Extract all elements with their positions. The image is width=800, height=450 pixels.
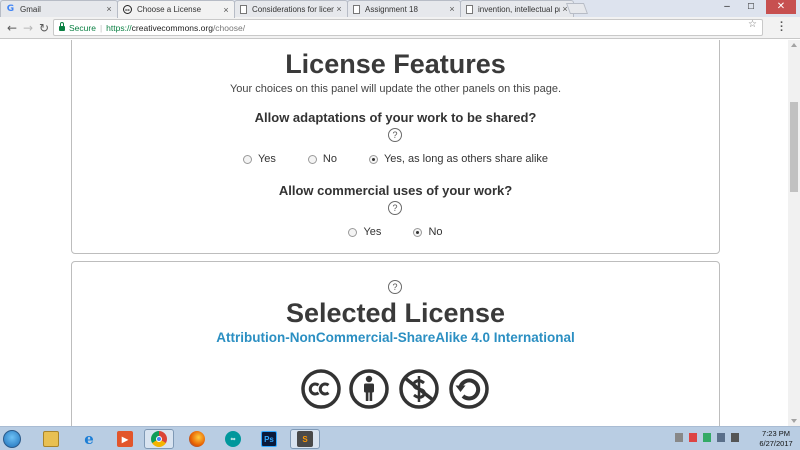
commercial-option-no[interactable]: No xyxy=(413,226,443,238)
page-scrollbar[interactable] xyxy=(788,40,800,426)
document-icon xyxy=(353,4,360,14)
photoshop-icon[interactable]: Ps xyxy=(254,429,284,449)
license-features-panel: License Features Your choices on this pa… xyxy=(71,40,720,254)
sublime-icon[interactable]: S xyxy=(290,429,320,449)
adaptations-question: Allow adaptations of your work to be sha… xyxy=(254,110,537,125)
radio-button-selected[interactable] xyxy=(413,227,423,237)
bookmark-star-icon[interactable]: ☆ xyxy=(748,19,757,30)
start-button[interactable] xyxy=(3,430,21,448)
arduino-icon[interactable]: ∞ xyxy=(218,429,248,449)
tab-label: Choose a License xyxy=(137,5,202,14)
system-tray xyxy=(675,433,739,442)
sublime-label: S xyxy=(297,431,313,447)
tab-gmail[interactable]: G Gmail × xyxy=(0,0,118,17)
sharealike-icon xyxy=(449,369,489,409)
license-name-link[interactable]: Attribution-NonCommercial-ShareAlike 4.0… xyxy=(72,330,719,345)
adaptations-help-icon[interactable]: ? xyxy=(388,128,402,142)
chrome-icon[interactable] xyxy=(144,429,174,449)
radio-button[interactable] xyxy=(307,154,317,164)
tab-label: invention, intellectual pro xyxy=(478,4,560,14)
tray-flag-icon[interactable] xyxy=(689,433,697,442)
address-bar[interactable]: Secure | https:// creativecommons.org /c… xyxy=(53,19,763,36)
selected-license-panel: ? Selected License Attribution-NonCommer… xyxy=(71,261,720,426)
tab-label: Considerations for licens xyxy=(252,4,334,14)
clock-time: 7:23 PM xyxy=(762,429,790,438)
noncommercial-icon xyxy=(399,369,439,409)
url-host: creativecommons.org xyxy=(131,22,213,33)
radio-button[interactable] xyxy=(242,154,252,164)
media-player-icon[interactable]: ▶ xyxy=(110,429,140,449)
option-label: Yes, as long as others share alike xyxy=(383,153,549,165)
back-button[interactable]: ← xyxy=(4,20,20,36)
scroll-up-arrow-icon[interactable] xyxy=(791,43,797,47)
selected-license-title: Selected License xyxy=(285,298,506,328)
scroll-down-arrow-icon[interactable] xyxy=(791,419,797,423)
tab-label: Assignment 18 xyxy=(365,4,418,14)
creative-commons-icon: cc xyxy=(123,5,132,14)
option-label: No xyxy=(322,153,337,165)
adaptations-option-no[interactable]: No xyxy=(307,153,337,165)
selected-license-help-icon[interactable]: ? xyxy=(388,280,402,294)
chrome-menu-icon[interactable]: · · · xyxy=(780,18,784,37)
adaptations-options: Yes No Yes, as long as others share alik… xyxy=(72,153,719,165)
reload-button[interactable]: ↻ xyxy=(36,20,52,36)
scrollbar-thumb[interactable] xyxy=(790,102,798,192)
option-label: Yes xyxy=(257,153,276,165)
firefox-icon[interactable] xyxy=(182,429,212,449)
license-badges xyxy=(301,369,491,411)
gmail-icon: G xyxy=(6,4,15,14)
radio-button[interactable] xyxy=(348,227,358,237)
option-label: Yes xyxy=(363,226,382,238)
taskbar-clock[interactable]: 7:23 PM 6/27/2017 xyxy=(756,429,796,448)
cc-icon xyxy=(301,369,341,409)
option-label: No xyxy=(428,226,443,238)
commercial-question: Allow commercial uses of your work? xyxy=(278,183,513,198)
tab-close-icon[interactable]: × xyxy=(447,4,457,14)
tab-close-icon[interactable]: × xyxy=(104,4,114,14)
license-features-title: License Features xyxy=(285,49,506,79)
page-viewport: License Features Your choices on this pa… xyxy=(0,40,788,426)
attribution-icon xyxy=(349,369,389,409)
license-features-subtitle: Your choices on this panel will update t… xyxy=(229,83,562,95)
clock-date: 6/27/2017 xyxy=(759,438,793,448)
url-scheme: https:// xyxy=(106,22,132,33)
tray-volume-icon[interactable] xyxy=(731,433,739,442)
new-tab-button[interactable] xyxy=(565,3,589,14)
document-icon xyxy=(240,4,247,14)
windows-taskbar: e ▶ ∞ Ps S 7:23 PM 6/27/2017 xyxy=(0,426,800,450)
browser-toolbar: ← → ↻ Secure | https:// creativecommons.… xyxy=(0,17,800,39)
tab-considerations[interactable]: Considerations for licens × xyxy=(234,0,348,17)
tab-close-icon[interactable]: × xyxy=(221,5,231,15)
commercial-options: Yes No xyxy=(72,226,719,238)
tab-invention[interactable]: invention, intellectual pro × xyxy=(460,0,574,17)
tab-label: Gmail xyxy=(20,4,41,14)
separator: | xyxy=(99,22,103,33)
radio-button-selected[interactable] xyxy=(368,154,378,164)
tray-network-icon[interactable] xyxy=(703,433,711,442)
forward-button[interactable]: → xyxy=(20,20,36,36)
maximize-button[interactable]: ☐ xyxy=(740,0,762,14)
tab-choose-license[interactable]: cc Choose a License × xyxy=(117,0,235,18)
lock-icon xyxy=(59,22,65,31)
minimize-button[interactable]: – xyxy=(716,0,738,14)
photoshop-label: Ps xyxy=(261,431,277,447)
tab-close-icon[interactable]: × xyxy=(334,4,344,14)
adaptations-option-share-alike[interactable]: Yes, as long as others share alike xyxy=(368,153,549,165)
tray-monitor-icon[interactable] xyxy=(717,433,725,442)
url-path: /choose/ xyxy=(212,22,246,33)
commercial-help-icon[interactable]: ? xyxy=(388,201,402,215)
tab-assignment-18[interactable]: Assignment 18 × xyxy=(347,0,461,17)
close-window-button[interactable]: ✕ xyxy=(766,0,796,14)
tray-printer-icon[interactable] xyxy=(675,433,683,442)
ie-icon[interactable]: e xyxy=(74,429,104,449)
document-icon xyxy=(466,4,473,14)
secure-label: Secure xyxy=(69,22,96,33)
tab-strip: G Gmail × cc Choose a License × Consider… xyxy=(0,0,800,18)
explorer-icon[interactable] xyxy=(36,429,66,449)
adaptations-option-yes[interactable]: Yes xyxy=(242,153,276,165)
commercial-option-yes[interactable]: Yes xyxy=(348,226,381,238)
